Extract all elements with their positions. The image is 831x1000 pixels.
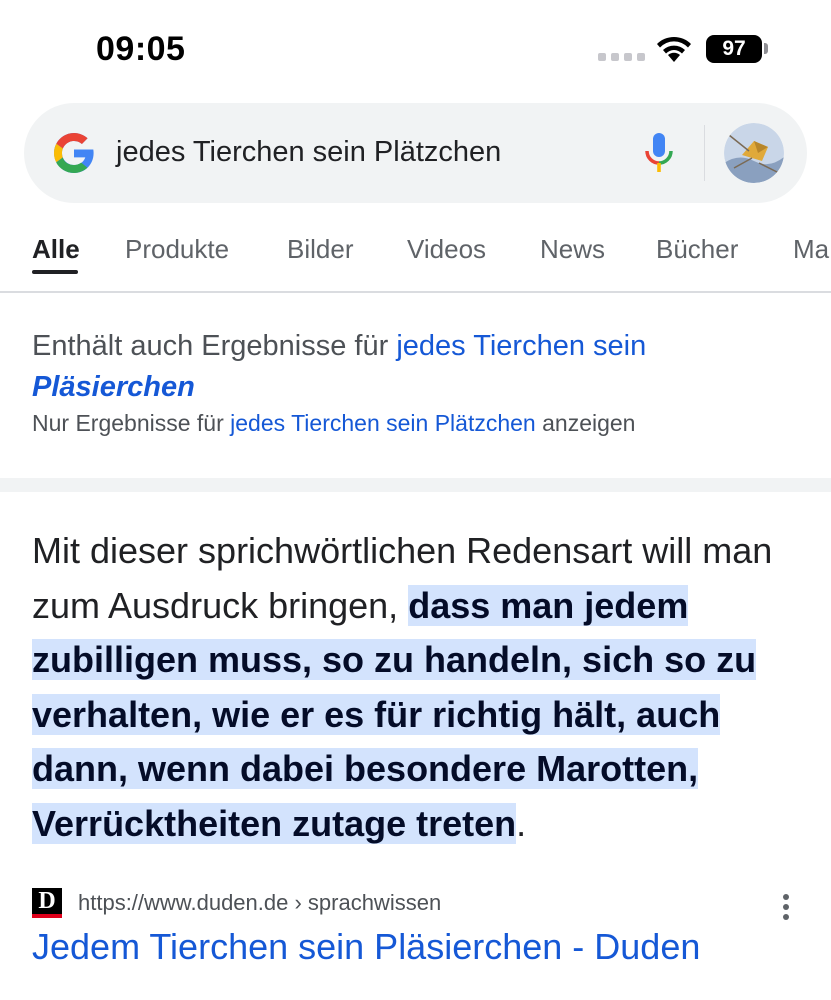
tab-videos[interactable]: Videos bbox=[407, 234, 486, 265]
result-title-link[interactable]: Jedem Tierchen sein Pläsierchen - Duden bbox=[32, 926, 700, 968]
tab-produkte[interactable]: Produkte bbox=[125, 234, 229, 265]
wifi-icon bbox=[657, 36, 691, 62]
tab-maps[interactable]: Ma bbox=[793, 234, 829, 265]
status-bar: 09:05 97 bbox=[0, 0, 831, 95]
avatar[interactable] bbox=[724, 123, 784, 183]
searchbar-divider bbox=[704, 125, 705, 181]
featured-snippet: Mit dieser sprichwörtlichen Redensart wi… bbox=[32, 524, 812, 851]
original-query-link[interactable]: jedes Tierchen sein Plätzchen bbox=[230, 410, 536, 436]
battery-indicator: 97 bbox=[706, 35, 762, 63]
only-prefix: Nur Ergebnisse für bbox=[32, 410, 224, 436]
snippet-end: . bbox=[516, 802, 527, 844]
suggestion-plain[interactable]: jedes Tierchen sein bbox=[396, 330, 646, 362]
tab-news[interactable]: News bbox=[540, 234, 605, 265]
more-options-icon[interactable] bbox=[780, 894, 792, 928]
only-suffix: anzeigen bbox=[542, 410, 636, 436]
google-logo-icon[interactable] bbox=[50, 129, 98, 177]
duden-favicon-icon: D bbox=[32, 888, 62, 918]
tab-bilder[interactable]: Bilder bbox=[287, 234, 353, 265]
section-separator bbox=[0, 478, 831, 492]
result-source[interactable]: D https://www.duden.de › sprachwissen bbox=[32, 886, 812, 920]
tab-alle[interactable]: Alle bbox=[32, 234, 80, 265]
active-tab-indicator bbox=[32, 270, 78, 274]
search-input[interactable]: jedes Tierchen sein Plätzchen bbox=[116, 136, 501, 169]
cellular-signal-icon bbox=[598, 53, 645, 61]
search-tabs: Alle Produkte Bilder Videos News Bücher … bbox=[0, 228, 831, 292]
result-url[interactable]: https://www.duden.de › sprachwissen bbox=[78, 890, 441, 916]
microphone-icon[interactable] bbox=[642, 131, 676, 177]
original-query-notice: Nur Ergebnisse für jedes Tierchen sein P… bbox=[32, 410, 635, 437]
spelling-notice: Enthält auch Ergebnisse für jedes Tierch… bbox=[32, 326, 792, 408]
tabs-divider bbox=[0, 291, 831, 293]
status-time: 09:05 bbox=[96, 30, 186, 68]
suggestion-bold[interactable]: Pläsierchen bbox=[32, 371, 195, 403]
search-bar[interactable]: jedes Tierchen sein Plätzchen bbox=[24, 103, 807, 203]
spelling-prefix: Enthält auch Ergebnisse für bbox=[32, 330, 389, 362]
tab-buecher[interactable]: Bücher bbox=[656, 234, 738, 265]
battery-tip bbox=[764, 43, 768, 54]
